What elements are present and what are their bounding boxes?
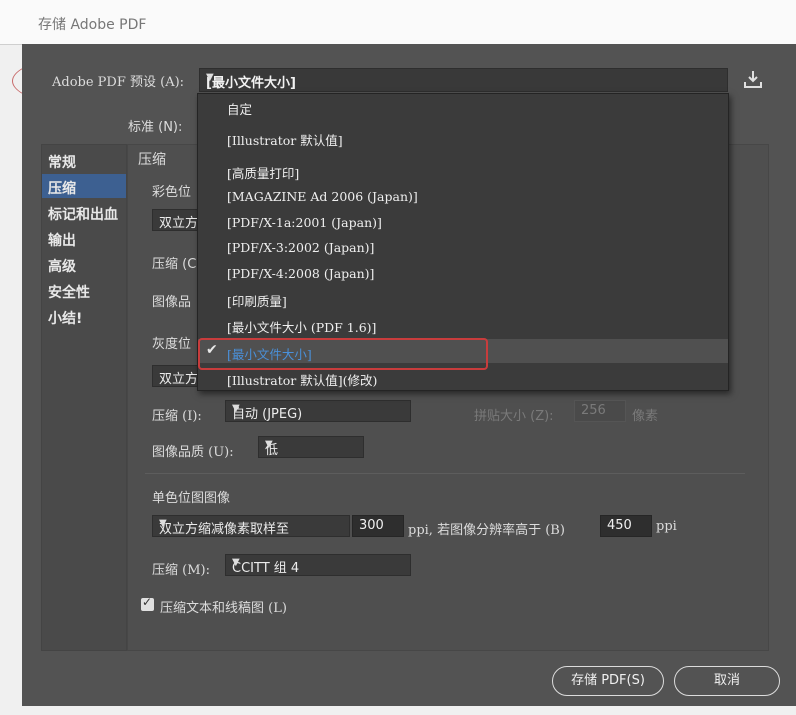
- menu-item-pdfx-1a[interactable]: [PDF/X-1a:2001 (Japan)]: [227, 215, 382, 230]
- menu-item-pdfx-4[interactable]: [PDF/X-4:2008 (Japan)]: [227, 266, 374, 281]
- gray-sample-dropdown[interactable]: 双立方: [152, 365, 202, 387]
- sidebar-item-advanced[interactable]: 高级: [48, 256, 76, 276]
- preset-label: Adobe PDF 预设 (A):: [52, 75, 185, 90]
- chevron-down-icon: ▼: [232, 557, 240, 568]
- menu-item-illustrator-modified[interactable]: [Illustrator 默认值](修改): [227, 370, 377, 389]
- gray-compress-label: 压缩 (I):: [152, 409, 202, 424]
- mono-above-ppi-value: 450: [607, 518, 632, 533]
- gray-quality-dropdown[interactable]: 低 ▼: [258, 436, 364, 458]
- sidebar-item-marks-bleeds[interactable]: 标记和出血: [48, 204, 118, 224]
- color-section-title: 彩色位: [152, 185, 192, 200]
- sidebar: 常规 压缩 标记和出血 输出 高级 安全性 小结!: [41, 144, 127, 651]
- menu-item-pdfx-3[interactable]: [PDF/X-3:2002 (Japan)]: [227, 240, 374, 255]
- mono-ppi-text: ppi, 若图像分辨率高于 (B): [408, 523, 565, 538]
- mono-compress-label: 压缩 (M):: [152, 563, 210, 578]
- gray-quality-label: 图像品质 (U):: [152, 445, 234, 460]
- sidebar-item-general[interactable]: 常规: [48, 152, 76, 172]
- menu-item-magazine-ad[interactable]: [MAGAZINE Ad 2006 (Japan)]: [227, 189, 418, 204]
- menu-item-custom[interactable]: 自定: [227, 99, 252, 118]
- menu-item-smallest-pdf16[interactable]: [最小文件大小 (PDF 1.6)]: [227, 317, 376, 336]
- gray-compress-dropdown[interactable]: 自动 (JPEG) ▼: [225, 400, 411, 422]
- gray-sample-value: 双立方: [159, 372, 199, 387]
- annotation-box: [198, 338, 488, 370]
- tile-unit-label: 像素: [632, 409, 659, 424]
- save-pdf-button[interactable]: 存储 PDF(S): [552, 666, 664, 696]
- compress-text-art-checkbox[interactable]: [141, 595, 154, 611]
- sidebar-item-security[interactable]: 安全性: [48, 282, 90, 302]
- section-title: 压缩: [138, 152, 166, 168]
- cancel-button[interactable]: 取消: [674, 666, 780, 696]
- divider: [145, 473, 745, 474]
- mono-ppi-input[interactable]: 300: [352, 515, 404, 537]
- mono-sample-dropdown[interactable]: 双立方缩减像素取样至 ▼: [152, 515, 350, 537]
- chevron-down-icon: ▼: [232, 403, 240, 414]
- color-sample-value: 双立方: [159, 216, 199, 231]
- chevron-down-icon: ▼: [206, 72, 214, 83]
- sidebar-item-output[interactable]: 输出: [48, 230, 76, 250]
- preset-dropdown[interactable]: [最小文件大小] ▼: [199, 68, 728, 92]
- tile-size-label: 拼贴大小 (Z):: [474, 409, 554, 424]
- window-titlebar: 存储 Adobe PDF: [0, 0, 796, 45]
- sidebar-item-compression[interactable]: 压缩: [48, 178, 76, 198]
- chevron-down-icon: ▼: [265, 439, 273, 450]
- color-sample-dropdown[interactable]: 双立方: [152, 209, 202, 231]
- save-preset-icon[interactable]: [740, 69, 766, 91]
- standard-label: 标准 (N):: [128, 120, 183, 135]
- mono-compress-dropdown[interactable]: CCITT 组 4 ▼: [225, 554, 411, 576]
- color-quality-label: 图像品: [152, 295, 192, 310]
- compress-text-art-label: 压缩文本和线稿图 (L): [160, 601, 287, 616]
- menu-item-press-quality[interactable]: [印刷质量]: [227, 291, 287, 310]
- mono-ppi-unit: ppi: [656, 519, 677, 534]
- gray-section-title: 灰度位: [152, 337, 192, 352]
- mono-ppi-value: 300: [359, 518, 384, 533]
- mono-above-ppi-input[interactable]: 450: [600, 515, 652, 537]
- chevron-down-icon: ▼: [159, 518, 167, 529]
- window-title: 存储 Adobe PDF: [38, 17, 147, 33]
- menu-item-illustrator-default[interactable]: [Illustrator 默认值]: [227, 130, 343, 149]
- sidebar-item-summary[interactable]: 小结!: [48, 308, 82, 328]
- tile-size-input[interactable]: 256: [574, 400, 626, 422]
- menu-item-high-quality-print[interactable]: [高质量打印]: [227, 163, 299, 182]
- tile-size-value: 256: [581, 403, 606, 418]
- color-compress-label: 压缩 (C: [152, 257, 197, 272]
- mono-section-title: 单色位图图像: [152, 491, 231, 506]
